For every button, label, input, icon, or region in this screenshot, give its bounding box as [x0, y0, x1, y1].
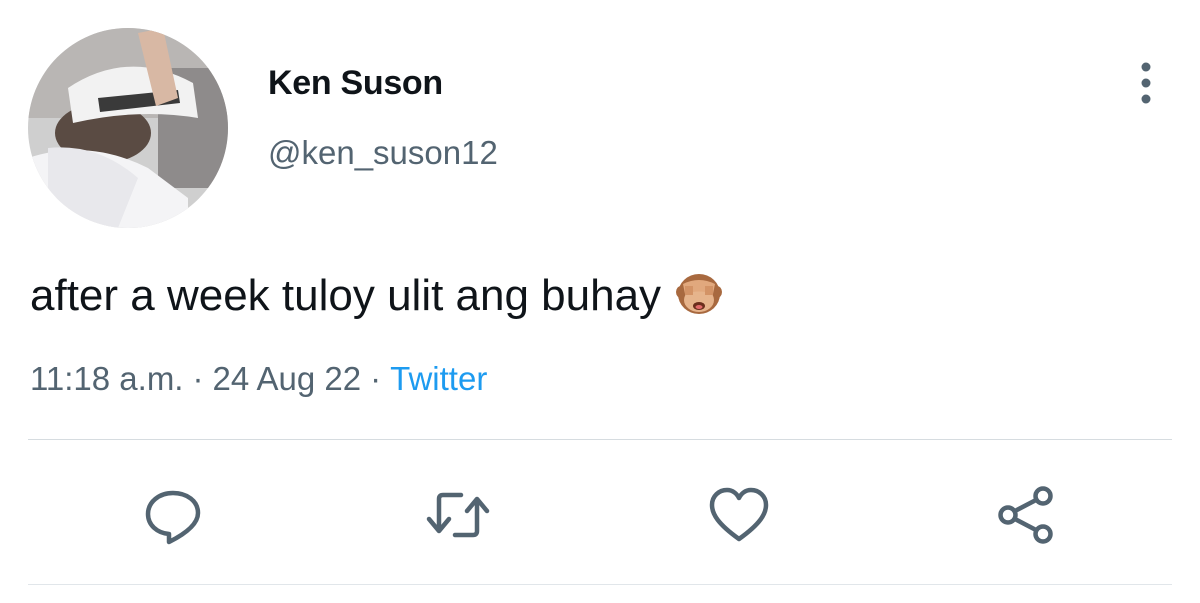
reply-bubble-icon — [145, 490, 201, 545]
reply-button[interactable] — [140, 482, 206, 548]
tweet-time[interactable]: 11:18 a.m. — [30, 360, 183, 397]
share-button[interactable] — [993, 482, 1059, 548]
like-button[interactable] — [706, 482, 772, 548]
display-name[interactable]: Ken Suson — [268, 64, 443, 103]
tweet-text: after a week tuloy ulit ang buhay — [30, 270, 723, 327]
more-vertical-icon — [1141, 62, 1151, 104]
profile-photo-avatar — [28, 28, 228, 228]
user-handle[interactable]: @ken_suson12 — [268, 134, 498, 172]
retweet-icon — [426, 492, 490, 538]
see-no-evil-monkey-icon — [675, 270, 723, 327]
heart-icon — [709, 487, 769, 542]
tweet-meta: 11:18 a.m. · 24 Aug 22 · Twitter — [30, 360, 487, 398]
share-icon — [998, 486, 1053, 544]
retweet-button[interactable] — [425, 482, 491, 548]
divider — [28, 584, 1172, 585]
more-options-button[interactable] — [1128, 58, 1164, 108]
tweet-body: after a week tuloy ulit ang buhay — [30, 271, 662, 320]
tweet-card: Ken Suson @ken_suson12 after a week tulo… — [0, 0, 1200, 603]
tweet-date[interactable]: 24 Aug 22 — [212, 360, 361, 397]
meta-separator: · — [192, 360, 204, 397]
meta-separator: · — [370, 360, 382, 397]
tweet-source-link[interactable]: Twitter — [390, 360, 487, 397]
divider — [28, 439, 1172, 440]
avatar[interactable] — [28, 28, 228, 228]
